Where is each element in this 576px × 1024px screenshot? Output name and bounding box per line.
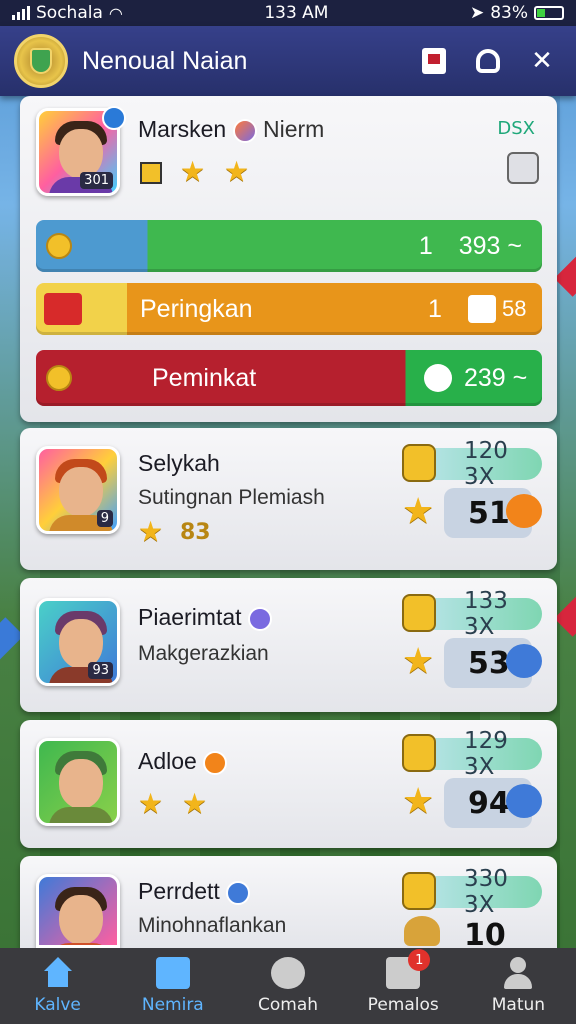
- progress-bar-orange[interactable]: Peringkan 1 58: [36, 283, 542, 335]
- player-card[interactable]: Adloe ★ ★ 129 3X ★ 94: [20, 720, 557, 848]
- wifi-icon: ◠: [108, 3, 123, 23]
- globe-icon: [226, 880, 251, 905]
- star-icon: ★: [138, 515, 164, 548]
- nav-item-nemira[interactable]: Nemira: [115, 948, 230, 1024]
- home-icon: [468, 295, 496, 323]
- avatar: [36, 874, 120, 948]
- nav-item-matun[interactable]: Matun: [461, 948, 576, 1024]
- nav-item-pemalos[interactable]: 1 Pemalos: [346, 948, 461, 1024]
- coin-icon: [46, 233, 72, 259]
- star-icon: ★: [402, 641, 435, 682]
- player-extra: 83: [180, 520, 211, 545]
- nav-item-kalve[interactable]: Kalve: [0, 948, 115, 1024]
- bar-red-value: 239 ~: [464, 364, 528, 392]
- player-subtitle: Makgerazkian: [138, 642, 269, 665]
- rank-label: DSX: [497, 118, 535, 139]
- avatar-tag: 9: [96, 510, 113, 527]
- star-icon: ★: [224, 155, 250, 188]
- book-icon: [422, 48, 446, 74]
- level-icon: [247, 606, 272, 631]
- home-icon: [41, 957, 75, 989]
- player-card[interactable]: Perrdett Minohnaflankan 330 3X 10: [20, 856, 557, 953]
- profile-button[interactable]: [468, 41, 508, 81]
- pet-icon: [506, 784, 542, 818]
- app-logo: [14, 34, 68, 88]
- app-header: Nenoual Naian ✕: [0, 26, 576, 96]
- bottom-nav: Kalve Nemira Comah 1 Pemalos Matun: [0, 948, 576, 1024]
- book-button[interactable]: [414, 41, 454, 81]
- featured-player-card[interactable]: 301 Marsken Nierm ★ ★ DSX 1 393 ~ Peringk…: [20, 96, 557, 422]
- bar-red-label: Peminkat: [152, 364, 257, 392]
- chest-icon: [140, 162, 162, 184]
- nav-label: Pemalos: [367, 995, 439, 1015]
- user-icon: [501, 957, 535, 989]
- pet-icon: [404, 916, 440, 946]
- bar-orange-right: 58: [502, 296, 527, 321]
- star-icon: ★: [138, 787, 164, 820]
- mail-icon: 1: [386, 949, 431, 989]
- level-pill: 133 3X: [402, 588, 542, 640]
- star-icon: ★: [402, 491, 435, 532]
- nav-label: Matun: [491, 995, 546, 1015]
- nav-label: Kalve: [34, 995, 81, 1015]
- close-button[interactable]: ✕: [522, 41, 562, 81]
- avatar: [36, 738, 120, 826]
- shield-icon: [402, 872, 436, 910]
- player-name: Piaerimtat: [138, 604, 272, 631]
- avatar-tag: 93: [88, 662, 113, 679]
- location-icon: ➤: [469, 3, 485, 23]
- coin-icon: [46, 365, 72, 391]
- status-bar: Sochala ◠ 133 AM ➤ 83%: [0, 0, 576, 26]
- avatar: 9: [36, 446, 120, 534]
- battery-label: 83%: [490, 3, 528, 23]
- player-name: Perrdett: [138, 878, 251, 905]
- star-icon: ★: [182, 787, 208, 820]
- pet-icon: [506, 644, 542, 678]
- bar-green-value: 1 393 ~: [418, 232, 522, 260]
- player-card[interactable]: 9 Selykah Sutingnan Plemiash ★ 83 120 3X…: [20, 428, 557, 570]
- player-name: Marsken Nierm: [138, 116, 325, 143]
- player-subtitle: Minohnaflankan: [138, 914, 287, 937]
- player-name: Adloe: [138, 748, 228, 775]
- level-icon: [232, 118, 257, 143]
- player-subtitle: Sutingnan Plemiash: [138, 486, 325, 509]
- list-icon: [155, 957, 190, 989]
- nav-label: Comah: [257, 995, 319, 1015]
- level-icon: [203, 750, 228, 775]
- device-icon: [507, 152, 539, 184]
- level-pill: 330 3X: [402, 866, 542, 918]
- signal-icon: [12, 6, 30, 20]
- player-name: Selykah: [138, 450, 220, 476]
- star-icon: ★: [402, 781, 435, 822]
- player-card[interactable]: 93 Piaerimtat Makgerazkian 133 3X ★ 53: [20, 578, 557, 712]
- user-icon: [476, 49, 500, 73]
- verified-icon: [102, 106, 126, 130]
- avatar-tag: 301: [80, 172, 113, 189]
- nav-item-comah[interactable]: Comah: [230, 948, 345, 1024]
- avatar: 93: [36, 598, 120, 686]
- bar-orange-value: 1: [428, 295, 442, 323]
- bar-orange-label: Peringkan: [140, 295, 253, 323]
- progress-bar-red[interactable]: Peminkat 239 ~: [36, 350, 542, 406]
- chat-icon: [271, 957, 305, 989]
- shield-icon: [402, 734, 436, 772]
- star-icon: ★: [180, 155, 206, 188]
- shield-icon: [402, 594, 436, 632]
- nav-label: Nemira: [141, 995, 204, 1015]
- pet-icon: [506, 494, 542, 528]
- page-title: Nenoual Naian: [82, 46, 248, 75]
- clock-label: 133 AM: [264, 3, 329, 23]
- notification-badge: 1: [408, 949, 431, 971]
- close-icon: ✕: [531, 46, 553, 76]
- carrier-label: Sochala: [36, 3, 103, 23]
- shield-icon: [402, 444, 436, 482]
- ticket-icon: [44, 293, 82, 325]
- shield-icon: [30, 48, 52, 74]
- level-pill: 129 3X: [402, 728, 542, 780]
- progress-bar-green[interactable]: 1 393 ~: [36, 220, 542, 272]
- gear-icon: [424, 364, 452, 392]
- battery-icon: [533, 6, 564, 20]
- level-pill: 120 3X: [402, 438, 542, 490]
